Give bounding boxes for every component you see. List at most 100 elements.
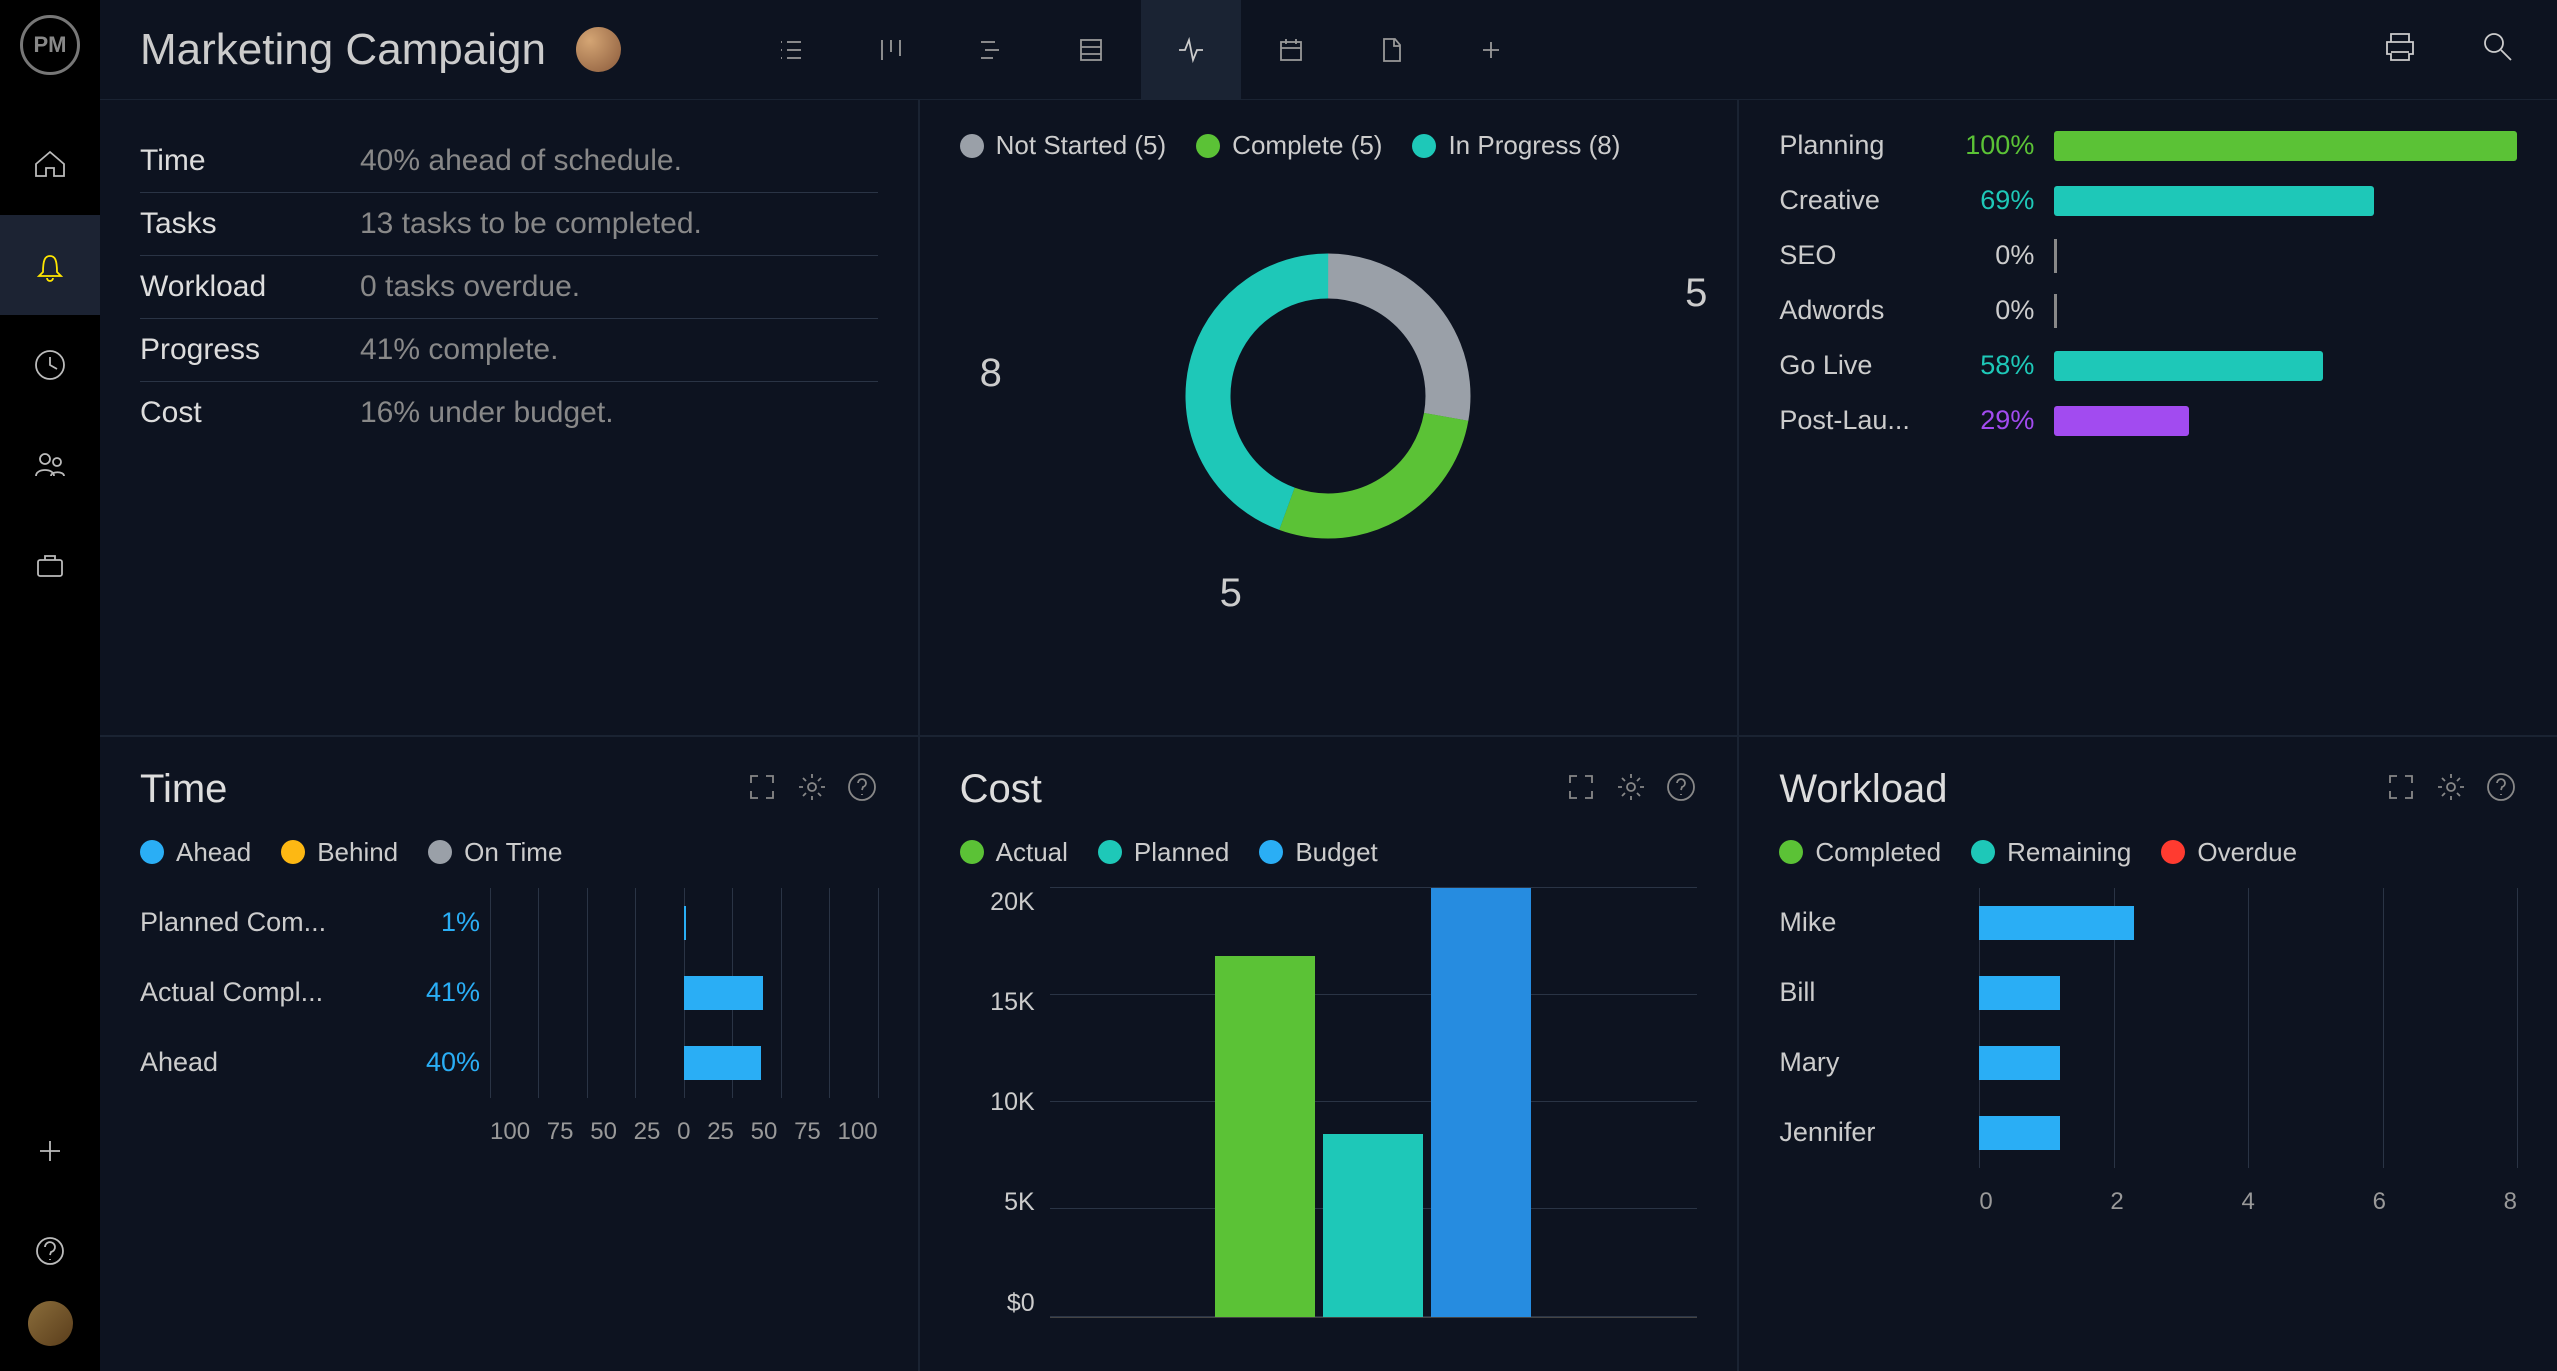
axis-tick: 4 (2241, 1188, 2254, 1228)
people-icon (31, 446, 69, 484)
view-calendar[interactable] (1241, 0, 1341, 100)
expand-button[interactable] (2385, 771, 2417, 808)
donut-label-not-started: 5 (1685, 271, 1707, 316)
settings-button[interactable] (2435, 771, 2467, 808)
view-add[interactable] (1441, 0, 1541, 100)
axis-tick: 75 (547, 1118, 574, 1158)
phase-bar (2054, 406, 2188, 436)
cost-panel-title: Cost (960, 767, 1042, 812)
phase-bar (2054, 186, 2373, 216)
legend-dot (2161, 840, 2185, 864)
search-button[interactable] (2479, 28, 2517, 71)
clock-icon (31, 346, 69, 384)
legend-label: Behind (317, 837, 398, 868)
legend-label: Completed (1815, 837, 1941, 868)
view-gantt[interactable] (941, 0, 1041, 100)
workload-bar (1979, 1116, 2060, 1150)
project-owner-avatar[interactable] (576, 27, 621, 72)
legend-item: Overdue (2161, 837, 2297, 868)
expand-button[interactable] (746, 771, 778, 808)
workload-bar (1979, 906, 2134, 940)
time-row-value: 1% (390, 907, 490, 938)
workload-bar (1979, 976, 2060, 1010)
legend-item: Complete (5) (1196, 130, 1382, 161)
legend-dot (428, 840, 452, 864)
axis-tick: 0 (1979, 1188, 1992, 1228)
view-sheet[interactable] (1041, 0, 1141, 100)
legend-item: Not Started (5) (960, 130, 1167, 161)
legend-item: In Progress (8) (1412, 130, 1620, 161)
time-panel-title: Time (140, 767, 227, 812)
sheet-icon (1075, 34, 1107, 66)
expand-button[interactable] (1565, 771, 1597, 808)
workload-name: Bill (1779, 977, 1979, 1008)
help-button[interactable] (1665, 771, 1697, 808)
gear-icon (2435, 771, 2467, 803)
axis-tick: 25 (707, 1118, 734, 1158)
cost-y-tick: 15K (990, 988, 1034, 1017)
calendar-icon (1275, 34, 1307, 66)
workload-row: Bill (1779, 958, 2517, 1028)
legend-item: Budget (1259, 837, 1377, 868)
phase-bar-track (2054, 131, 2517, 161)
nav-team[interactable] (0, 415, 100, 515)
legend-dot (960, 134, 984, 158)
time-row-label: Planned Com... (140, 907, 390, 938)
nav-notifications[interactable] (0, 215, 100, 315)
legend-label: Overdue (2197, 837, 2297, 868)
legend-label: Not Started (5) (996, 130, 1167, 161)
help-button[interactable] (846, 771, 878, 808)
axis-tick: 75 (794, 1118, 821, 1158)
settings-button[interactable] (1615, 771, 1647, 808)
phase-bar (2054, 131, 2517, 161)
summary-row: Progress 41% complete. (140, 319, 878, 382)
cost-bar (1215, 956, 1315, 1316)
workload-name: Mike (1779, 907, 1979, 938)
legend-item: Completed (1779, 837, 1941, 868)
view-dashboard[interactable] (1141, 0, 1241, 100)
summary-value: 40% ahead of schedule. (360, 144, 682, 178)
gear-icon (796, 771, 828, 803)
phase-bar-track (2054, 241, 2517, 271)
nav-portfolio[interactable] (0, 515, 100, 615)
home-icon (31, 146, 69, 184)
expand-icon (1565, 771, 1597, 803)
nav-home[interactable] (0, 115, 100, 215)
phase-tick (2054, 294, 2057, 328)
help-button[interactable] (2485, 771, 2517, 808)
briefcase-icon (31, 546, 69, 584)
page-title: Marketing Campaign (140, 25, 546, 75)
summary-panel: Time 40% ahead of schedule. Tasks 13 tas… (100, 100, 918, 735)
app-logo[interactable]: PM (20, 15, 80, 75)
user-avatar[interactable] (28, 1301, 73, 1346)
legend-label: On Time (464, 837, 562, 868)
phase-row: Adwords 0% (1779, 295, 2517, 326)
summary-value: 0 tasks overdue. (360, 270, 580, 304)
nav-recent[interactable] (0, 315, 100, 415)
legend-dot (140, 840, 164, 864)
workload-bar (1979, 1046, 2060, 1080)
phase-name: Go Live (1779, 350, 1924, 381)
axis-tick: 0 (677, 1118, 690, 1158)
summary-label: Cost (140, 396, 360, 430)
legend-dot (1779, 840, 1803, 864)
axis-tick: 25 (634, 1118, 661, 1158)
axis-tick: 100 (838, 1118, 878, 1158)
nav-help[interactable] (0, 1201, 100, 1301)
time-row-value: 40% (390, 1047, 490, 1078)
task-status-panel: Not Started (5) Complete (5) In Progress… (920, 100, 1738, 735)
time-bar (684, 906, 686, 940)
view-files[interactable] (1341, 0, 1441, 100)
phase-pct: 0% (1944, 240, 2034, 271)
legend-dot (281, 840, 305, 864)
view-board[interactable] (841, 0, 941, 100)
legend-label: Budget (1295, 837, 1377, 868)
settings-button[interactable] (796, 771, 828, 808)
summary-value: 13 tasks to be completed. (360, 207, 702, 241)
nav-add[interactable] (0, 1101, 100, 1201)
view-list[interactable] (741, 0, 841, 100)
phase-name: Planning (1779, 130, 1924, 161)
task-status-donut (1158, 226, 1498, 566)
print-button[interactable] (2381, 28, 2419, 71)
phase-bar-track (2054, 296, 2517, 326)
